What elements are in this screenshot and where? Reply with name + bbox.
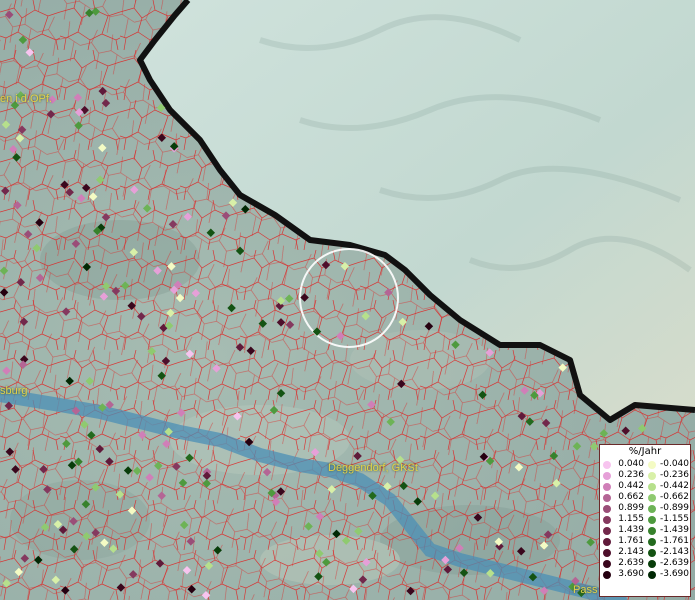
- legend-row: 0.662 -0.662: [600, 492, 690, 503]
- legend-symbol: [648, 460, 656, 469]
- legend-symbol: [648, 537, 656, 546]
- legend-entry-negative: -1.439: [645, 525, 690, 536]
- legend-row: 1.155 -1.155: [600, 514, 690, 525]
- legend-value: 1.761: [618, 536, 644, 546]
- legend-symbol: [603, 460, 611, 469]
- legend-entry-positive: 0.662: [600, 492, 645, 503]
- map-canvas[interactable]: [0, 0, 695, 600]
- legend-entry-positive: 0.040: [600, 459, 645, 470]
- legend-value: -2.143: [659, 547, 689, 557]
- legend-symbol: [603, 471, 611, 480]
- legend-entry-negative: -0.899: [645, 503, 690, 514]
- legend-row: 2.639 -2.639: [600, 558, 690, 569]
- legend-entry-positive: 1.761: [600, 536, 645, 547]
- legend-value: -1.155: [659, 514, 689, 524]
- legend-symbol: [603, 559, 611, 568]
- legend-symbol: [648, 482, 656, 491]
- legend-entry-negative: -0.662: [645, 492, 690, 503]
- legend-value: 2.639: [618, 558, 644, 568]
- legend-value: -0.442: [659, 481, 689, 491]
- legend-value: 0.236: [618, 470, 644, 480]
- legend-symbol: [648, 570, 656, 579]
- legend-entry-positive: 1.155: [600, 514, 645, 525]
- legend-value: -1.439: [659, 525, 689, 535]
- legend-symbol: [603, 482, 611, 491]
- legend-entry-negative: -2.143: [645, 547, 690, 558]
- legend-entry-negative: -2.639: [645, 558, 690, 569]
- legend-value: 0.662: [618, 492, 644, 502]
- legend-value: -0.899: [659, 503, 689, 513]
- legend-symbol: [603, 548, 611, 557]
- legend-entry-negative: -0.236: [645, 470, 690, 481]
- legend-value: -2.639: [659, 558, 689, 568]
- legend-symbol: [603, 526, 611, 535]
- legend-symbol: [603, 504, 611, 513]
- legend-entry-negative: -0.040: [645, 459, 690, 470]
- legend-entry-positive: 3.690: [600, 569, 645, 580]
- legend-row: 3.690 -3.690: [600, 569, 690, 580]
- legend-value: 1.155: [618, 514, 644, 524]
- legend-row: 2.143 -2.143: [600, 547, 690, 558]
- legend-entry-positive: 2.143: [600, 547, 645, 558]
- legend-symbol: [648, 559, 656, 568]
- legend-symbol: [648, 504, 656, 513]
- legend-entry-negative: -1.761: [645, 536, 690, 547]
- legend-entry-positive: 2.639: [600, 558, 645, 569]
- legend-symbol: [648, 548, 656, 557]
- legend-value: -3.690: [659, 569, 689, 579]
- legend-value: 1.439: [618, 525, 644, 535]
- legend-symbol: [603, 537, 611, 546]
- legend-value: -0.662: [659, 492, 689, 502]
- legend: %/Jahr 0.040 -0.040 0.236 -0.236 0.442 -0.442…: [599, 444, 691, 597]
- legend-symbol: [648, 515, 656, 524]
- legend-rows: 0.040 -0.040 0.236 -0.236 0.442 -0.442 0.662 -0…: [600, 459, 690, 580]
- legend-entry-negative: -3.690: [645, 569, 690, 580]
- legend-symbol: [603, 493, 611, 502]
- legend-value: -1.761: [659, 536, 689, 546]
- place-label: sburg: [0, 385, 28, 397]
- legend-entry-positive: 0.899: [600, 503, 645, 514]
- legend-symbol: [603, 515, 611, 524]
- legend-title: %/Jahr: [628, 446, 662, 457]
- legend-symbol: [648, 471, 656, 480]
- legend-entry-negative: -0.442: [645, 481, 690, 492]
- legend-entry-negative: -1.155: [645, 514, 690, 525]
- legend-symbol: [603, 570, 611, 579]
- legend-row: 1.439 -1.439: [600, 525, 690, 536]
- legend-entry-positive: 1.439: [600, 525, 645, 536]
- legend-value: -0.236: [659, 470, 689, 480]
- legend-value: -0.040: [659, 459, 689, 469]
- legend-row: 1.761 -1.761: [600, 536, 690, 547]
- legend-row: 0.236 -0.236: [600, 470, 690, 481]
- place-label: Deggendorf, GKSt: [328, 462, 418, 474]
- legend-row: 0.899 -0.899: [600, 503, 690, 514]
- legend-row: 0.040 -0.040: [600, 459, 690, 470]
- legend-value: 3.690: [618, 569, 644, 579]
- legend-row: 0.442 -0.442: [600, 481, 690, 492]
- legend-symbol: [648, 526, 656, 535]
- legend-value: 0.040: [618, 459, 644, 469]
- legend-symbol: [648, 493, 656, 502]
- legend-value: 0.899: [618, 503, 644, 513]
- legend-entry-positive: 0.442: [600, 481, 645, 492]
- place-label: en i.d.OPf.: [0, 93, 52, 105]
- legend-value: 2.143: [618, 547, 644, 557]
- place-label: Pass: [573, 584, 598, 596]
- legend-entry-positive: 0.236: [600, 470, 645, 481]
- legend-value: 0.442: [618, 481, 644, 491]
